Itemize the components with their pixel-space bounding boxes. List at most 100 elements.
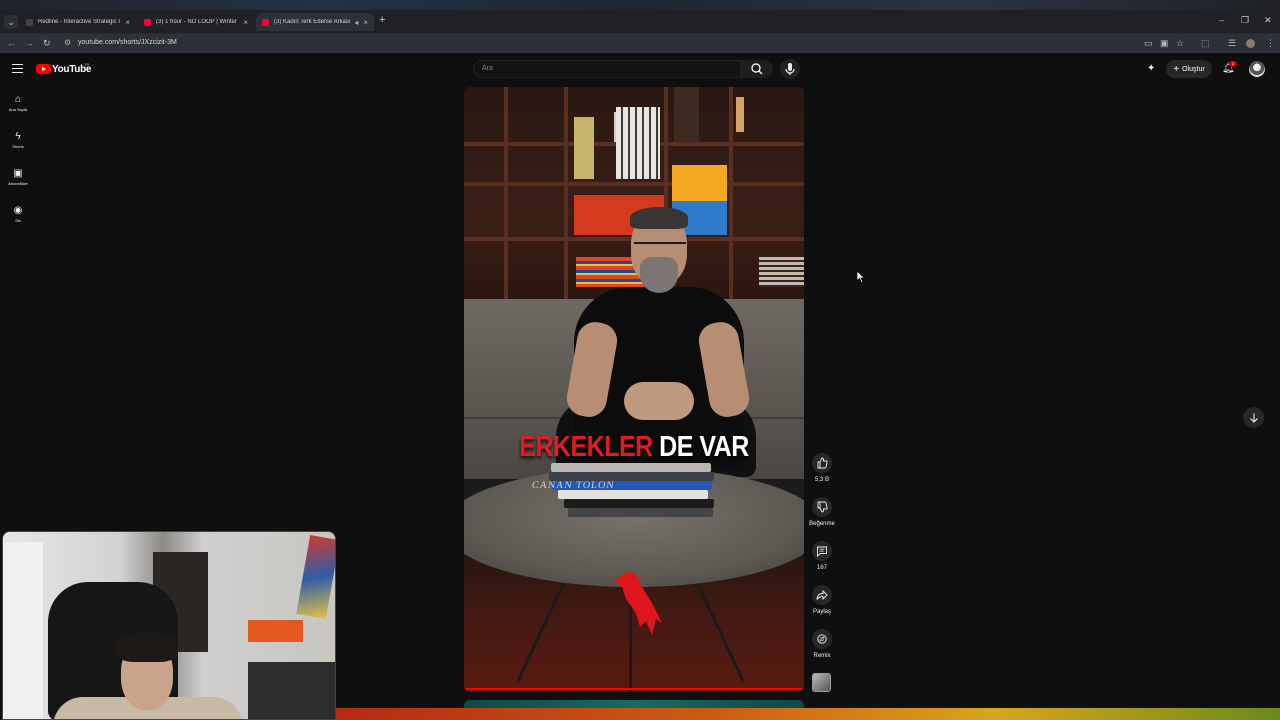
dislike-button[interactable]: Beğenme [807,497,837,527]
share-button[interactable]: Paylaş [807,585,837,615]
shelf [729,87,733,302]
book [616,107,660,179]
comment-icon [812,541,832,561]
extensions-icon[interactable]: ⬚ [1201,38,1210,49]
forward-arrow-icon[interactable]: → [25,38,34,48]
guide-label: Siz [15,218,21,223]
book [574,117,594,179]
notification-badge: 3 [1229,61,1237,67]
search-placeholder: Ara [482,65,493,72]
voice-search-button[interactable] [780,59,800,79]
profile-avatar-icon[interactable] [1246,39,1255,48]
bookmark-star-icon[interactable]: ☆ [1176,38,1184,49]
person-hands [624,382,694,420]
country-code: TR [84,62,90,67]
arrow-down-icon [1249,413,1258,423]
thumbs-down-icon [812,497,832,517]
book-stack [546,463,716,523]
remix-button[interactable]: Remix [807,629,837,659]
minimize-icon[interactable]: – [1219,15,1224,25]
caption-white-words: DE VAR [659,430,749,464]
tab-redline[interactable]: Redline - Interactive Strategic I × [20,13,136,31]
microphone-icon [785,63,795,75]
share-label: Paylaş [812,609,831,615]
sound-thumbnail[interactable] [812,673,831,692]
close-icon[interactable]: × [363,18,368,27]
create-button[interactable]: + Oluştur [1166,60,1212,78]
webcam-fridge [3,542,43,719]
person-hair [630,207,688,229]
like-count: 5,3 B [814,477,829,483]
guide-label: Ana Sayfa [8,107,28,112]
omnibox[interactable] [60,36,1140,51]
webcam-desk [248,662,335,719]
book [674,87,699,142]
translate-icon[interactable]: ▣ [1160,38,1169,49]
new-tab-plus-icon[interactable]: + [379,14,385,26]
thumbs-up-icon [812,453,832,473]
reload-icon[interactable]: ↻ [43,38,51,49]
tab-title: (3) 1 hour - NO LOOP | Winter [156,19,237,25]
speaker-icon[interactable]: ◂ [354,18,358,27]
next-video-button[interactable] [1243,407,1264,428]
glasses [634,242,686,252]
book [759,257,804,287]
window-close-icon[interactable]: ✕ [1264,15,1272,26]
kebab-menu-icon[interactable]: ⋮ [1266,38,1275,49]
guide-item-subscriptions[interactable]: ▣ Abonelikler [0,168,36,186]
gemini-spark-icon[interactable]: ✦ [1147,63,1155,74]
video-progress-bar[interactable] [466,688,802,690]
tab-active-short[interactable]: (3) Kadın Terk Ederse Arkası ◂ × [256,13,374,31]
reading-list-icon[interactable]: ☰ [1228,38,1236,49]
desktop-background-strip [0,0,1280,10]
back-arrow-icon[interactable]: ← [7,38,16,48]
subscriptions-icon: ▣ [13,168,23,179]
youtube-logo-icon[interactable] [36,64,51,74]
remix-icon [812,629,832,649]
book-cover-text: CANAN TOLON [531,480,616,491]
cast-icon[interactable]: ▭ [1144,38,1153,49]
person-beard [640,257,678,293]
like-button[interactable]: 5,3 B [807,453,837,483]
screen: ⌄ Redline - Interactive Strategic I × (3… [0,0,1280,720]
book-layer [568,508,713,517]
close-icon[interactable]: × [125,18,130,27]
tab-winter-music[interactable]: (3) 1 hour - NO LOOP | Winter × [138,13,254,31]
guide-item-you[interactable]: ◉ Siz [0,205,36,223]
remix-label: Remix [813,653,831,659]
home-icon: ⌂ [14,94,22,105]
guide-item-shorts[interactable]: ϟ Shorts [0,131,36,149]
book-layer [551,463,711,472]
plus-icon: + [1173,63,1180,75]
search-icon [751,63,763,75]
tab-title: (3) Kadın Terk Ederse Arkası [274,19,351,25]
site-info-icon[interactable]: ⚙ [64,38,71,47]
mouse-cursor-icon [856,270,866,284]
youtube-favicon-icon [144,18,151,26]
video-caption: ERKEKLER DE VAR [464,431,804,464]
search-button[interactable] [741,60,773,78]
account-avatar[interactable] [1249,61,1265,77]
stream-overlay-bar [336,708,1280,720]
red-crow-logo-icon [614,571,662,635]
hamburger-menu-icon[interactable] [12,64,23,73]
book [672,165,727,201]
caption-red-word: ERKEKLER [519,430,653,464]
shorts-video-player[interactable]: CANAN TOLON ERKEKLER DE VAR [464,87,804,692]
you-icon: ◉ [13,205,23,216]
restore-icon[interactable]: ❐ [1241,15,1249,26]
tab-search-icon[interactable]: ⌄ [4,15,18,29]
guide-item-home[interactable]: ⌂ Ana Sayfa [0,94,36,112]
search-input[interactable] [473,60,741,78]
url-text[interactable]: youtube.com/shorts/JXzcizit-3M [78,39,177,46]
comments-button[interactable]: 167 [807,541,837,571]
book-layer [564,499,714,508]
youtube-favicon-icon [262,18,269,26]
book-layer [558,490,708,499]
guide-label: Abonelikler [8,181,28,186]
create-label: Oluştur [1182,65,1205,73]
close-icon[interactable]: × [243,18,248,27]
webcam-person-hair [116,632,178,662]
shelf [564,87,568,302]
tab-title: Redline - Interactive Strategic I [38,19,121,25]
